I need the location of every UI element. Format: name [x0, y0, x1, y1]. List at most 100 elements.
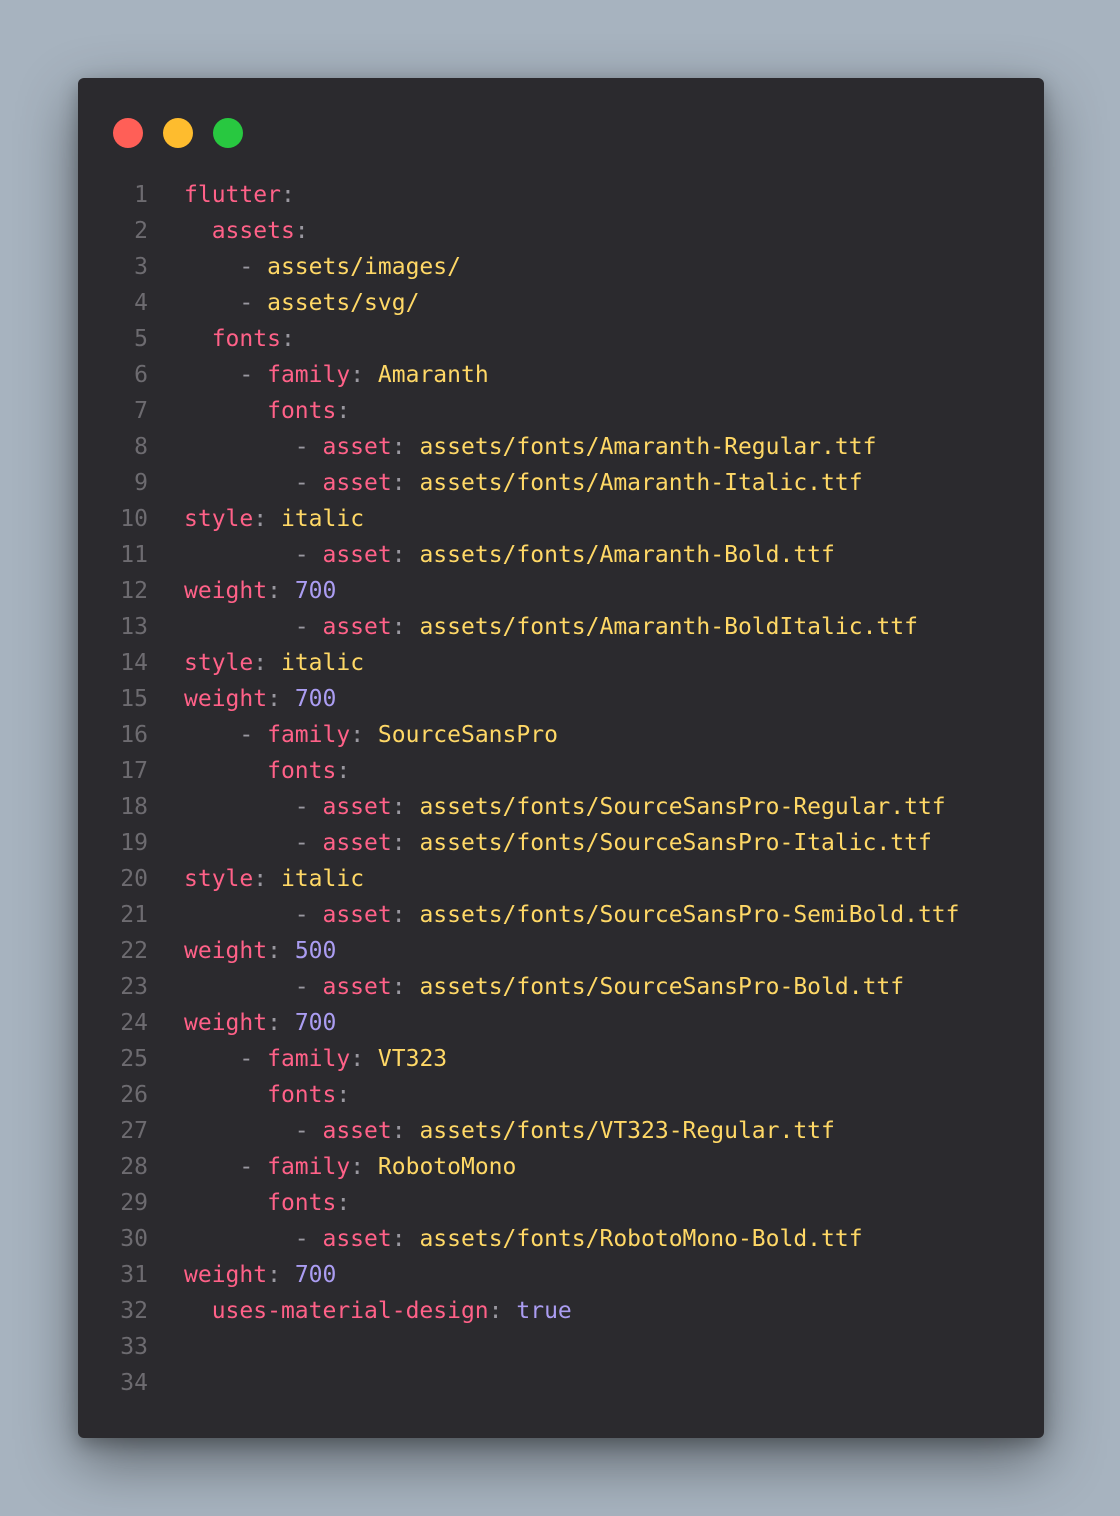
line-number: 32 [120, 1298, 148, 1324]
list-dash: - [239, 1154, 268, 1180]
line-number: 11 [120, 542, 148, 568]
code-editor: 1 flutter: 2 assets: 3 - assets/images/4 - … [78, 177, 1044, 1401]
colon: : [391, 974, 406, 1000]
code-line: 28 - family: RobotoMono [78, 1149, 1044, 1185]
code-line: 3 - assets/images/ [78, 249, 1044, 285]
line-number: 12 [120, 578, 148, 604]
code-window: 1 flutter: 2 assets: 3 - assets/images/4 - … [78, 78, 1044, 1438]
line-number: 6 [134, 362, 148, 388]
line-source: weight: 700 [184, 1005, 336, 1041]
yaml-value: assets/images/ [267, 254, 461, 280]
code-line: 18 - asset: assets/fonts/SourceSansPro-R… [78, 789, 1044, 825]
colon: : [336, 398, 351, 424]
list-dash: - [239, 1046, 268, 1072]
yaml-value: assets/fonts/SourceSansPro-SemiBold.ttf [419, 902, 960, 928]
close-button[interactable] [113, 118, 143, 148]
line-source: - asset: assets/fonts/SourceSansPro-Bold… [184, 969, 904, 1005]
line-number: 27 [120, 1118, 148, 1144]
list-dash: - [294, 434, 323, 460]
line-number: 4 [134, 290, 148, 316]
line-source: - assets/images/ [184, 249, 461, 285]
line-number: 23 [120, 974, 148, 1000]
yaml-key: style [184, 650, 254, 676]
list-dash: - [294, 974, 323, 1000]
yaml-key: fonts [267, 1082, 337, 1108]
colon: : [267, 938, 281, 964]
yaml-value: assets/fonts/VT323-Regular.ttf [419, 1118, 835, 1144]
colon: : [391, 470, 406, 496]
line-source: fonts: [184, 753, 350, 789]
colon: : [488, 1298, 503, 1324]
line-source: style: italic [184, 645, 364, 681]
list-dash: - [294, 470, 323, 496]
line-source: - assets/svg/ [184, 285, 419, 321]
line-number: 14 [120, 650, 148, 676]
yaml-value: RobotoMono [377, 1154, 517, 1180]
yaml-value: SourceSansPro [377, 722, 558, 748]
list-dash: - [294, 1226, 323, 1252]
line-number: 15 [120, 686, 148, 712]
yaml-value: true [516, 1298, 572, 1324]
minimize-button[interactable] [163, 118, 193, 148]
line-source: uses-material-design: true [184, 1293, 572, 1329]
yaml-key: family [267, 362, 351, 388]
line-number: 30 [120, 1226, 148, 1252]
line-source: - asset: assets/fonts/SourceSansPro-Semi… [184, 897, 960, 933]
line-source: - asset: assets/fonts/Amaranth-Regular.t… [184, 429, 877, 465]
yaml-value: 500 [294, 938, 337, 964]
line-source: - family: Amaranth [184, 357, 488, 393]
yaml-key: weight [184, 686, 268, 712]
line-number: 17 [120, 758, 148, 784]
yaml-value: italic [280, 506, 365, 532]
list-dash: - [294, 794, 323, 820]
code-line: 1 flutter: [78, 177, 1044, 213]
yaml-key: fonts [211, 326, 281, 352]
line-source: fonts: [184, 1077, 350, 1113]
list-dash: - [294, 542, 323, 568]
colon: : [267, 1262, 281, 1288]
line-number: 9 [134, 470, 148, 496]
yaml-value: assets/fonts/SourceSansPro-Italic.ttf [419, 830, 932, 856]
line-source: - asset: assets/fonts/RobotoMono-Bold.tt… [184, 1221, 863, 1257]
list-dash: - [239, 254, 268, 280]
code-line: 27 - asset: assets/fonts/VT323-Regular.t… [78, 1113, 1044, 1149]
yaml-key: family [267, 1046, 351, 1072]
colon: : [391, 1226, 406, 1252]
line-source: weight: 500 [184, 933, 336, 969]
code-line: 4 - assets/svg/ [78, 285, 1044, 321]
yaml-key: asset [322, 1118, 392, 1144]
code-line: 12 weight: 700 [78, 573, 1044, 609]
code-line: 19 - asset: assets/fonts/SourceSansPro-I… [78, 825, 1044, 861]
yaml-key: uses-material-design [211, 1298, 489, 1324]
list-dash: - [239, 290, 268, 316]
yaml-key: asset [322, 1226, 392, 1252]
code-line: 32 uses-material-design: true [78, 1293, 1044, 1329]
maximize-button[interactable] [213, 118, 243, 148]
line-number: 1 [134, 182, 148, 208]
yaml-key: asset [322, 542, 392, 568]
yaml-value: assets/fonts/Amaranth-BoldItalic.ttf [419, 614, 918, 640]
yaml-key: fonts [267, 1190, 337, 1216]
line-number: 29 [120, 1190, 148, 1216]
colon: : [391, 1118, 406, 1144]
colon: : [267, 686, 281, 712]
colon: : [391, 794, 406, 820]
colon: : [391, 830, 406, 856]
list-dash: - [239, 722, 268, 748]
yaml-value: VT323 [377, 1046, 448, 1072]
yaml-value: italic [280, 866, 365, 892]
line-source: fonts: [184, 393, 350, 429]
yaml-key: asset [322, 974, 392, 1000]
line-source: flutter: [184, 177, 295, 213]
line-number: 20 [120, 866, 148, 892]
colon: : [336, 1190, 351, 1216]
line-number: 31 [120, 1262, 148, 1288]
